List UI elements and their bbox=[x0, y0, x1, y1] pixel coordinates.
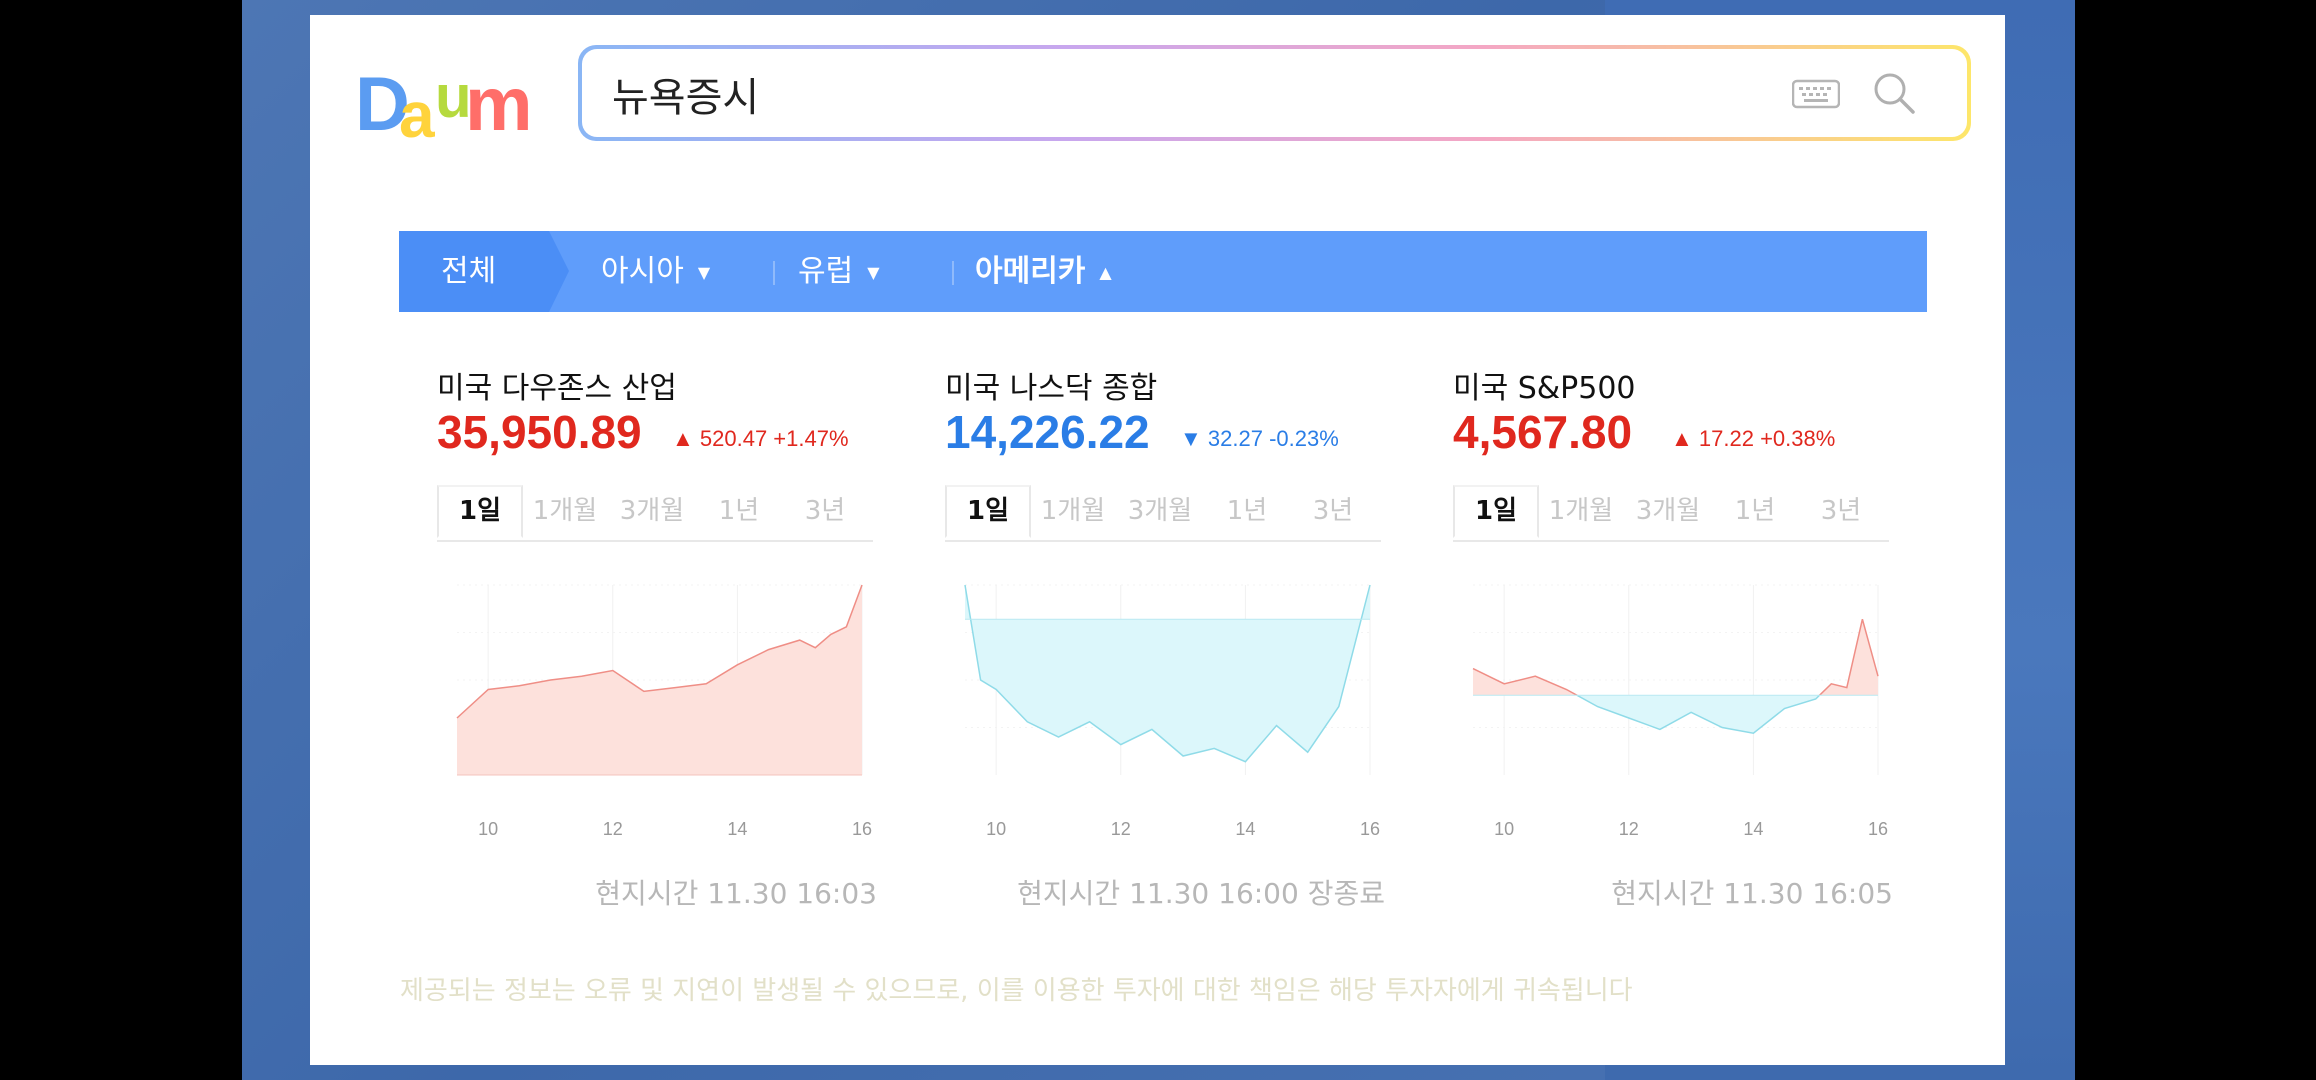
chart-dow: 10 12 14 16 bbox=[456, 584, 872, 839]
market-change: ▼ 32.27 -0.23% bbox=[1180, 426, 1339, 451]
disclaimer: 제공되는 정보는 오류 및 지연이 발생될 수 있으므로, 이를 이용한 투자에… bbox=[400, 976, 1633, 1006]
daum-logo[interactable]: D a u m bbox=[355, 63, 535, 152]
tab-america[interactable]: 아메리카 ▲ bbox=[975, 231, 1112, 312]
period-tab-3m[interactable]: 3개월 bbox=[1623, 485, 1713, 538]
market-price: 35,950.89 bbox=[437, 406, 642, 458]
period-tab-3y[interactable]: 3년 bbox=[1293, 485, 1373, 538]
timestamp: 현지시간 11.30 16:03 bbox=[595, 877, 877, 910]
market-panel-dow: 미국 다우존스 산업 35,950.89 ▲ 520.47 +1.47% 1일 … bbox=[437, 345, 877, 925]
market-price: 4,567.80 bbox=[1453, 406, 1633, 458]
chart-sp500: 10 12 14 16 bbox=[1472, 584, 1888, 839]
timestamp: 현지시간 11.30 16:05 bbox=[1611, 877, 1893, 910]
market-name[interactable]: 미국 다우존스 산업 bbox=[437, 363, 677, 407]
search-icon[interactable] bbox=[1872, 71, 1916, 115]
chart-nasdaq: 10 12 14 16 bbox=[964, 584, 1380, 839]
x-tick-label: 12 bbox=[603, 819, 623, 839]
period-tab-3m[interactable]: 3개월 bbox=[1115, 485, 1205, 538]
period-tab-1m[interactable]: 1개월 bbox=[1033, 485, 1113, 538]
search-result-card: D a u m 전체 아시아▼ 유럽▼ bbox=[310, 15, 2005, 1065]
market-panel-sp500: 미국 S&P500 4,567.80 ▲ 17.22 +0.38% 1일 1개월… bbox=[1453, 345, 1893, 925]
period-tab-1y[interactable]: 1년 bbox=[699, 485, 779, 538]
region-tabbar: 전체 아시아 ▼ 유럽 ▼ 아메리카 ▲ bbox=[399, 231, 1927, 312]
caret-down-icon: ▼ bbox=[697, 263, 711, 282]
search-input[interactable] bbox=[610, 63, 1714, 125]
x-tick-label: 10 bbox=[478, 819, 498, 839]
x-tick-label: 12 bbox=[1619, 819, 1639, 839]
period-tabs: 1일 1개월 3개월 1년 3년 bbox=[437, 485, 873, 542]
caret-up-icon: ▲ bbox=[1099, 263, 1112, 282]
period-tab-1y[interactable]: 1년 bbox=[1715, 485, 1795, 538]
x-tick-label: 16 bbox=[852, 819, 872, 839]
period-tab-1d[interactable]: 1일 bbox=[1453, 485, 1539, 538]
x-tick-label: 14 bbox=[1743, 819, 1763, 839]
market-panel-nasdaq: 미국 나스닥 종합 14,226.22 ▼ 32.27 -0.23% 1일 1개… bbox=[945, 345, 1385, 925]
x-tick-label: 10 bbox=[986, 819, 1006, 839]
x-tick-label: 12 bbox=[1111, 819, 1131, 839]
market-change: ▲ 17.22 +0.38% bbox=[1671, 426, 1836, 451]
period-tab-1y[interactable]: 1년 bbox=[1207, 485, 1287, 538]
search-box bbox=[578, 45, 1971, 141]
x-tick-label: 14 bbox=[727, 819, 747, 839]
tab-asia[interactable]: 아시아 ▼ bbox=[601, 231, 710, 312]
area-fill bbox=[965, 585, 1370, 762]
arrow-up-icon: ▲ bbox=[672, 426, 694, 451]
arrow-up-icon: ▲ bbox=[1671, 426, 1693, 451]
market-price: 14,226.22 bbox=[945, 406, 1150, 458]
tab-all[interactable]: 전체 bbox=[441, 231, 496, 312]
period-tab-1d[interactable]: 1일 bbox=[945, 485, 1031, 538]
market-name[interactable]: 미국 나스닥 종합 bbox=[945, 363, 1157, 407]
arrow-down-icon: ▼ bbox=[1180, 426, 1202, 451]
period-tab-3m[interactable]: 3개월 bbox=[607, 485, 697, 538]
market-change: ▲ 520.47 +1.47% bbox=[672, 426, 849, 451]
period-tabs: 1일 1개월 3개월 1년 3년 bbox=[945, 485, 1381, 542]
period-tab-3y[interactable]: 3년 bbox=[785, 485, 865, 538]
period-tabs: 1일 1개월 3개월 1년 3년 bbox=[1453, 485, 1889, 542]
caret-down-icon: ▼ bbox=[867, 263, 880, 282]
timestamp: 현지시간 11.30 16:00 장종료 bbox=[1017, 877, 1385, 910]
x-tick-label: 16 bbox=[1868, 819, 1888, 839]
x-tick-label: 10 bbox=[1494, 819, 1514, 839]
period-tab-1d[interactable]: 1일 bbox=[437, 485, 523, 538]
period-tab-1m[interactable]: 1개월 bbox=[525, 485, 605, 538]
period-tab-1m[interactable]: 1개월 bbox=[1541, 485, 1621, 538]
period-tab-3y[interactable]: 3년 bbox=[1801, 485, 1881, 538]
keyboard-icon[interactable] bbox=[1792, 79, 1840, 109]
x-tick-label: 14 bbox=[1235, 819, 1255, 839]
tab-europe[interactable]: 유럽 ▼ bbox=[798, 231, 880, 312]
x-tick-label: 16 bbox=[1360, 819, 1380, 839]
market-name[interactable]: 미국 S&P500 bbox=[1453, 363, 1636, 407]
